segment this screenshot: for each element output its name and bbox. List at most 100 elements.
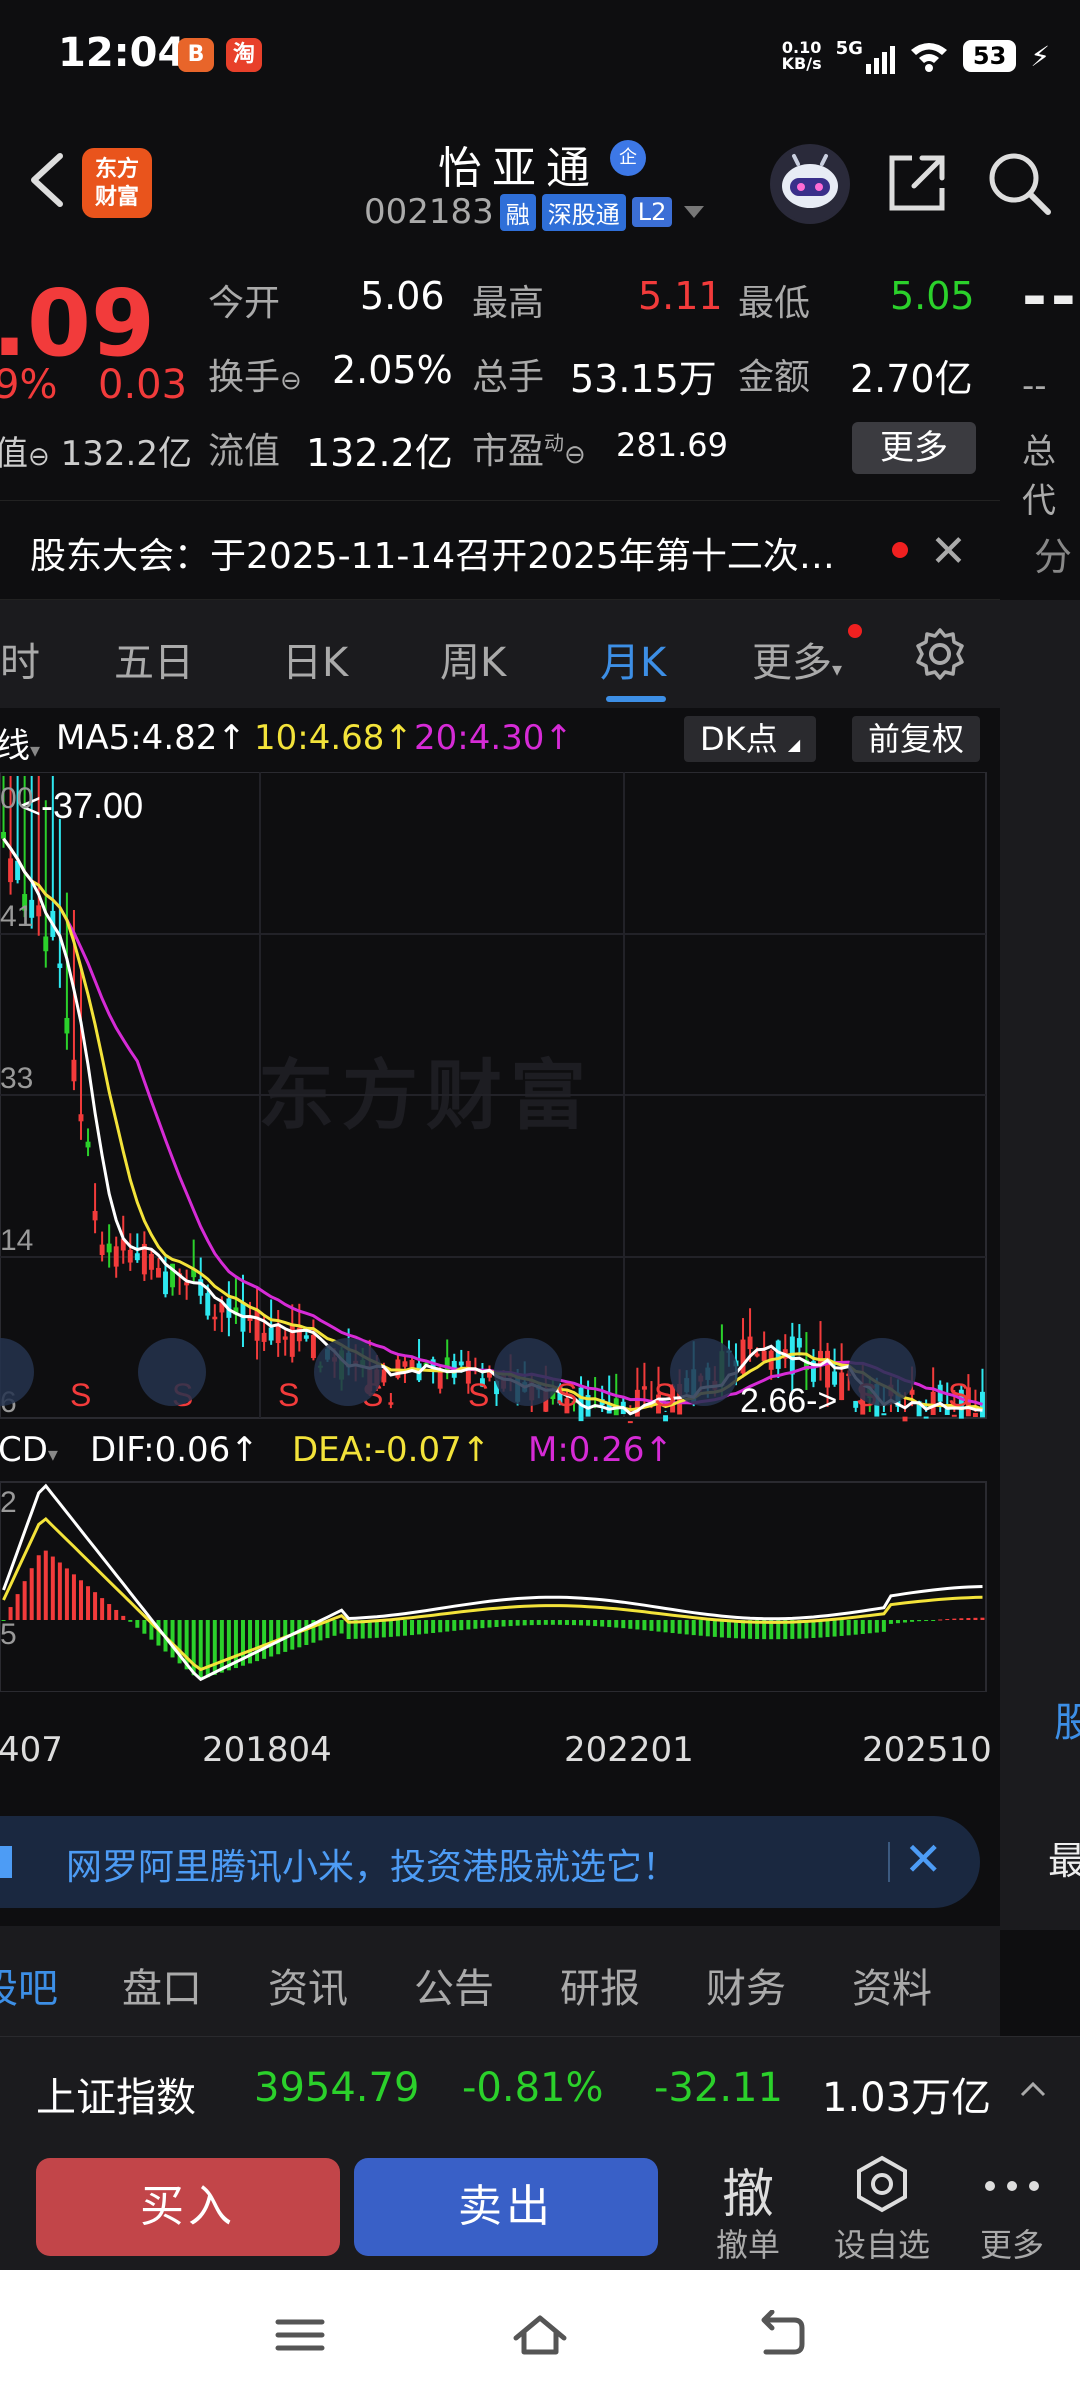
candle-body: [36, 905, 42, 917]
candle-body: [99, 1244, 105, 1256]
tab-intraday[interactable]: 时: [0, 630, 40, 688]
chevron-up-icon[interactable]: [1018, 2079, 1048, 2099]
candle-body: [134, 1253, 140, 1261]
pe-label[interactable]: 市盈动⊖: [472, 422, 586, 474]
ma20-line: [2, 837, 983, 1406]
candle-body: [761, 1350, 767, 1362]
ma-prefix[interactable]: 线▾: [0, 718, 40, 767]
macd-bar: [924, 1620, 929, 1621]
chevron-down-icon[interactable]: [684, 206, 705, 218]
quote-more-button[interactable]: 更多: [852, 422, 976, 474]
macd-bar: [15, 1594, 20, 1620]
tab-orderbook[interactable]: 盘口: [122, 1956, 202, 2014]
back-icon[interactable]: [750, 2310, 810, 2360]
watchlist-label: 设自选: [833, 2226, 930, 2264]
sell-button[interactable]: 卖出: [354, 2158, 658, 2256]
tab-guba[interactable]: 股吧: [0, 1956, 58, 2014]
candle-body: [972, 1412, 978, 1417]
kline-chart[interactable]: <-37.00 2.66-> 00 41 33 14 6 SSSSSSSSS 2…: [0, 772, 1000, 1692]
side-tab-gu[interactable]: 股: [1054, 1690, 1080, 1748]
app-logo[interactable]: 东方 财富: [82, 148, 152, 218]
share-icon[interactable]: [882, 148, 952, 218]
macd-bar: [691, 1620, 696, 1636]
macd-bar: [649, 1620, 654, 1631]
tab-profile[interactable]: 资料: [852, 1956, 932, 2014]
back-arrow-icon[interactable]: [22, 150, 72, 210]
macd-bar: [170, 1620, 175, 1658]
candle-body: [85, 1141, 91, 1148]
macd-prefix[interactable]: CD▾: [0, 1430, 58, 1470]
macd-bar: [417, 1620, 422, 1635]
close-icon[interactable]: ✕: [930, 526, 967, 577]
macd-bar: [607, 1620, 612, 1628]
sell-signal: S: [278, 1377, 299, 1413]
dk-point-button[interactable]: DK点 ◢: [684, 716, 817, 762]
macd-bar: [431, 1620, 436, 1633]
tab-financials[interactable]: 财务: [706, 1956, 786, 2014]
macd-y-tick-1: 5: [0, 1618, 17, 1651]
macd-bar: [128, 1620, 133, 1622]
turnover-label[interactable]: 换手⊖: [208, 348, 302, 400]
macd-bar: [564, 1620, 569, 1625]
tab-announcements[interactable]: 公告: [414, 1956, 494, 2014]
index-ticker-bar[interactable]: 上证指数 3954.79 -0.81% -32.11 1.03万亿: [0, 2036, 1080, 2140]
macd-bar: [931, 1620, 936, 1621]
macd-bar: [100, 1598, 105, 1620]
candle-body: [92, 1210, 98, 1221]
candle-body: [458, 1361, 464, 1366]
float-cap-value: 132.2亿: [306, 431, 453, 475]
kline-chart-area[interactable]: 东方财富 <-37.00 2.66-> 00 41 33 14 6 SSSSSS…: [0, 772, 1000, 1692]
macd-bar: [614, 1620, 619, 1628]
macd-bar: [466, 1620, 471, 1630]
macd-bar: [874, 1620, 879, 1633]
adjust-mode-button[interactable]: 前复权: [852, 716, 981, 762]
candle-body: [268, 1327, 274, 1341]
search-icon[interactable]: [984, 148, 1054, 218]
candle-body: [388, 1402, 394, 1405]
tab-monthly-k[interactable]: 月K: [600, 630, 666, 688]
tab-research[interactable]: 研报: [560, 1956, 640, 2014]
tab-more[interactable]: 更多▾: [752, 630, 842, 688]
speaker-icon: [0, 1846, 12, 1878]
watchlist-hexagon-icon: [857, 2155, 907, 2213]
macd-bar: [388, 1620, 393, 1637]
macd-bar: [677, 1620, 682, 1634]
tab-five-day[interactable]: 五日: [114, 630, 194, 688]
macd-bar: [973, 1617, 978, 1620]
macd-bar: [557, 1620, 562, 1625]
promo-close-icon[interactable]: ✕: [904, 1832, 943, 1886]
home-icon[interactable]: [510, 2310, 570, 2360]
macd-bar: [219, 1620, 224, 1673]
macd-bar: [705, 1620, 710, 1637]
ai-robot-icon[interactable]: [770, 144, 850, 224]
macd-bar: [374, 1620, 379, 1638]
macd-bar: [719, 1620, 724, 1638]
tab-news[interactable]: 资讯: [268, 1956, 348, 2014]
tab-more-dot: [848, 624, 862, 638]
candle-body: [902, 1416, 908, 1422]
tab-daily-k[interactable]: 日K: [282, 630, 348, 688]
macd-bar: [86, 1586, 91, 1620]
taobao-icon: 淘: [226, 38, 262, 72]
side-tab-fen[interactable]: 分: [1034, 526, 1072, 581]
macd-bar: [269, 1620, 274, 1657]
index-amount: 1.03万亿: [822, 2075, 992, 2121]
macd-y-tick-0: 2: [0, 1486, 17, 1519]
candle-body: [444, 1357, 450, 1372]
macd-dif: DIF:0.06↑: [90, 1430, 259, 1470]
buy-button[interactable]: 买入: [36, 2158, 340, 2256]
menu-icon[interactable]: [270, 2310, 330, 2360]
gear-icon[interactable]: [912, 626, 968, 682]
macd-bar: [550, 1620, 555, 1625]
stock-code-row[interactable]: 002183 融 深股通 L2: [364, 192, 705, 232]
notice-banner[interactable]: 股东大会：于2025-11-14召开2025年第十二次…: [0, 500, 1000, 600]
min-price-label: 2.66->: [740, 1382, 837, 1420]
macd-bar: [966, 1618, 971, 1620]
tab-weekly-k[interactable]: 周K: [440, 630, 506, 688]
candlesticks: [1, 776, 985, 1424]
candle-body: [212, 1316, 218, 1320]
promo-banner[interactable]: 网罗阿里腾讯小米，投资港股就选它！ ✕: [0, 1816, 980, 1908]
signal-icon: 5G: [836, 38, 895, 74]
macd-bar: [867, 1620, 872, 1634]
ma5-value: MA5:4.82↑: [56, 718, 246, 758]
